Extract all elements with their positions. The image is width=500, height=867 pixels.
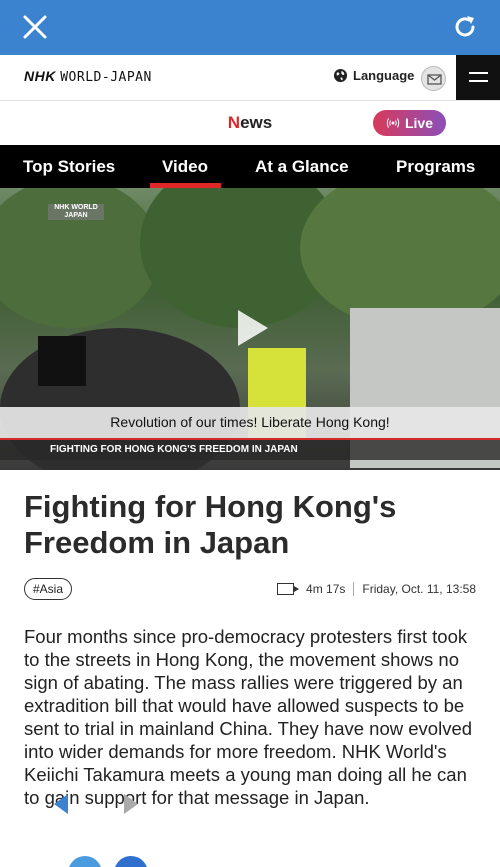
news-title-first-letter: N	[227, 113, 241, 132]
tab-top-stories[interactable]: Top Stories	[23, 157, 115, 177]
video-camera-icon	[277, 583, 300, 595]
video-player[interactable]: NHK WORLD JAPAN Revolution of our times!…	[0, 188, 500, 470]
video-caption-bar: FIGHTING FOR HONG KONG'S FREEDOM IN JAPA…	[0, 438, 500, 460]
news-title-rest: ews	[240, 113, 273, 132]
share-button-2[interactable]	[114, 856, 148, 867]
publish-date: Friday, Oct. 11, 13:58	[362, 582, 476, 596]
page-nav-arrows	[48, 786, 148, 826]
broadcast-icon	[386, 118, 400, 128]
logo-world-japan-text: WORLD-JAPAN	[60, 70, 152, 85]
language-label: Language	[353, 68, 415, 83]
tab-programs[interactable]: Programs	[396, 157, 475, 177]
category-tabs: Top Stories Video At a Glance Programs	[0, 145, 500, 188]
nhk-logo[interactable]: NHK WORLD-JAPAN	[24, 68, 152, 85]
play-icon[interactable]	[238, 310, 268, 346]
close-icon[interactable]	[22, 14, 48, 40]
share-button-1[interactable]	[68, 856, 102, 867]
refresh-icon[interactable]	[452, 14, 478, 40]
tab-video[interactable]: Video	[162, 157, 208, 177]
video-caption: FIGHTING FOR HONG KONG'S FREEDOM IN JAPA…	[50, 444, 298, 455]
site-header: NHK WORLD-JAPAN Language	[0, 55, 500, 101]
article-meta: 4m 17s Friday, Oct. 11, 13:58	[277, 582, 476, 596]
video-duration: 4m 17s	[306, 582, 346, 596]
globe-icon	[333, 68, 348, 83]
browser-toolbar	[0, 0, 500, 55]
video-subtitle: Revolution of our times! Liberate Hong K…	[0, 407, 500, 438]
video-watermark: NHK WORLD JAPAN	[48, 204, 104, 220]
topic-tag[interactable]: #Asia	[24, 578, 73, 600]
forward-arrow-icon[interactable]	[124, 794, 138, 814]
news-section-bar: News Live	[0, 101, 500, 145]
article-headline: Fighting for Hong Kong's Freedom in Japa…	[24, 489, 397, 560]
logo-nhk-text: NHK	[24, 68, 56, 84]
tab-at-a-glance[interactable]: At a Glance	[255, 157, 349, 177]
language-selector[interactable]: Language	[333, 68, 414, 83]
meta-divider	[353, 582, 355, 596]
back-arrow-icon[interactable]	[54, 794, 68, 814]
live-button[interactable]: Live	[373, 110, 446, 136]
mail-icon[interactable]	[421, 66, 446, 91]
video-sign	[38, 336, 86, 386]
live-label: Live	[404, 115, 433, 131]
article-body: Four months since pro-democracy proteste…	[24, 626, 473, 808]
hamburger-menu-icon[interactable]	[456, 55, 500, 100]
